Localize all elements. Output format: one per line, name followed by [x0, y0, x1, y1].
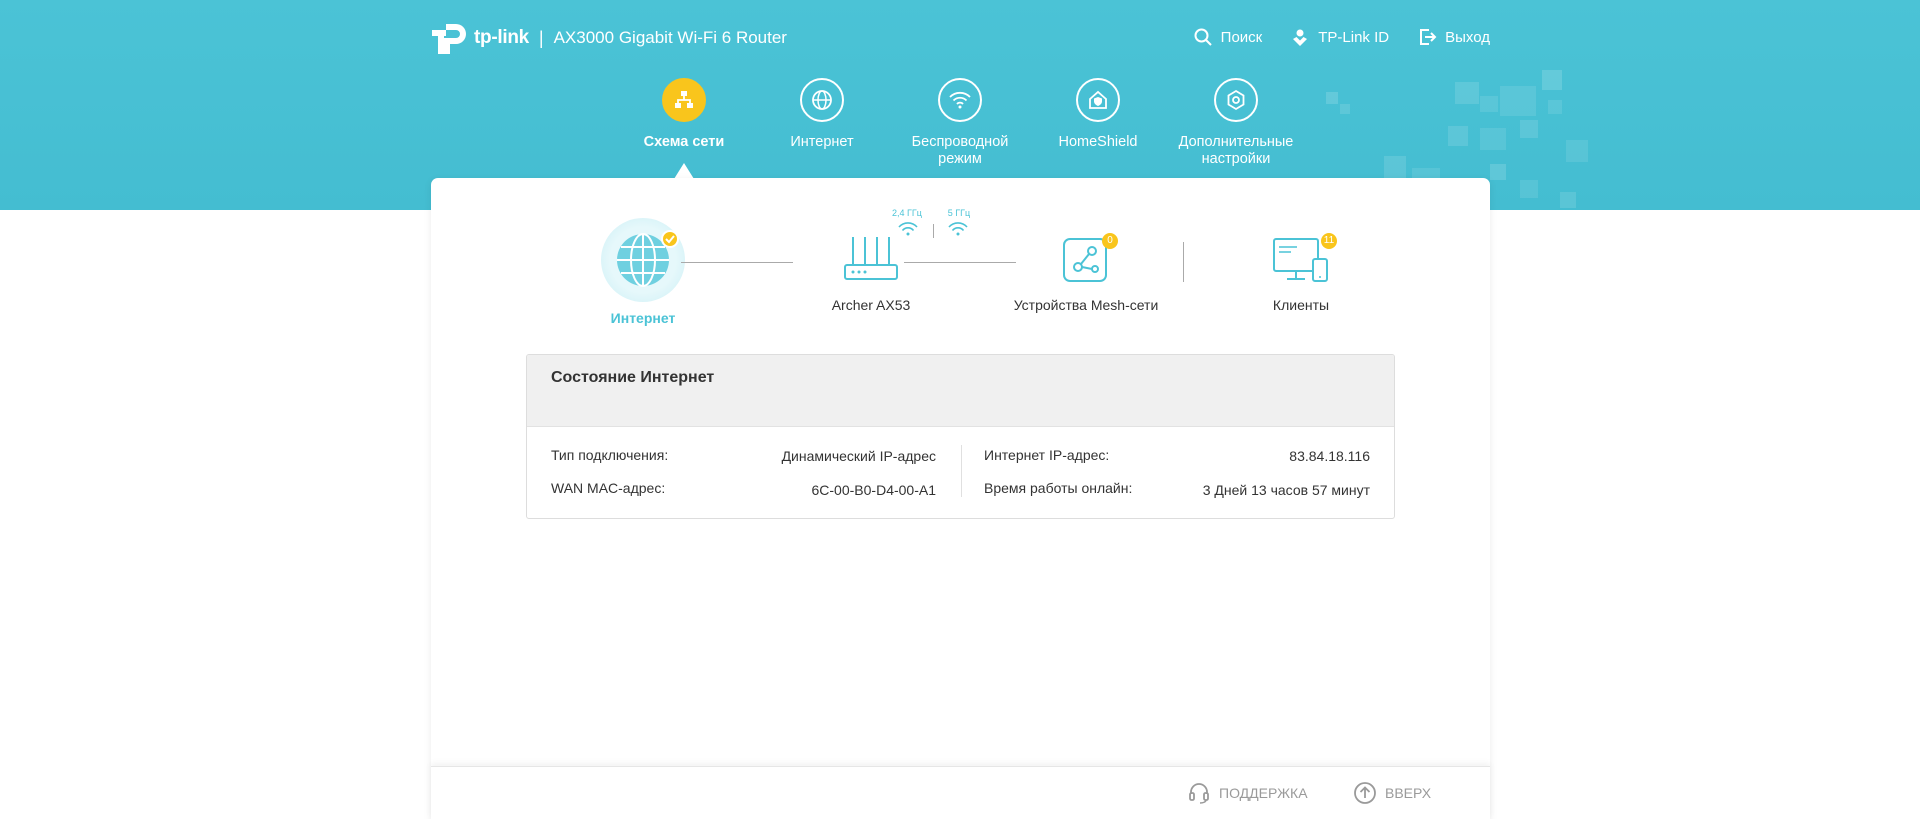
- page-footer: ПОДДЕРЖКА ВВЕРХ: [431, 766, 1490, 819]
- decorative-pattern: [1520, 180, 1538, 198]
- back-to-top-link[interactable]: ВВЕРХ: [1353, 781, 1431, 805]
- topology-internet-node[interactable]: Интернет: [594, 218, 692, 326]
- user-id-icon: [1293, 29, 1308, 46]
- band-separator: [933, 224, 934, 238]
- wifi-icon: [938, 78, 982, 122]
- uptime-label: Время работы онлайн:: [984, 480, 1133, 496]
- active-tab-pointer: [674, 163, 694, 179]
- nav-label: HomeShield: [1058, 134, 1138, 150]
- mesh-icon-wrap: 0: [1062, 233, 1118, 285]
- topology-clients-node[interactable]: 11 Клиенты: [1241, 233, 1361, 313]
- brand-logo[interactable]: tp-link | AX3000 Gigabit Wi-Fi 6 Router: [430, 20, 787, 56]
- header-links: Поиск TP-Link ID Выход: [1193, 27, 1490, 47]
- network-topology: Интернет Archer AX53 2,4 ГГц 5 ГГц 0 Уст…: [431, 178, 1490, 338]
- search-icon: [1194, 28, 1212, 46]
- internet-ip-label: Интернет IP-адрес:: [984, 447, 1110, 463]
- status-body: Тип подключения: Динамический IP-адрес W…: [527, 427, 1394, 518]
- nav-label: Интернет: [790, 134, 854, 150]
- support-label: ПОДДЕРЖКА: [1219, 785, 1308, 801]
- top-label: ВВЕРХ: [1385, 785, 1432, 801]
- topology-mesh-node[interactable]: 0 Устройства Mesh-сети: [991, 233, 1181, 313]
- uptime-value: 3 Дней 13 часов 57 минут: [1202, 482, 1370, 498]
- topology-label: Устройства Mesh-сети: [1013, 297, 1159, 313]
- headset-icon: [1189, 783, 1209, 804]
- connected-check-icon: [661, 230, 679, 248]
- model-name: AX3000 Gigabit Wi-Fi 6 Router: [553, 28, 787, 47]
- globe-icon: [800, 78, 844, 122]
- brand-name: tp-link: [474, 27, 529, 48]
- connection-type-value: Динамический IP-адрес: [781, 448, 936, 464]
- status-title: Состояние Интернет: [527, 355, 1394, 427]
- content-card: Интернет Archer AX53 2,4 ГГц 5 ГГц 0 Уст…: [431, 178, 1490, 819]
- nav-homeshield[interactable]: HomeShield: [1029, 78, 1167, 151]
- nav-label: Беспроводной режим: [911, 134, 1009, 167]
- main-nav: Схема сети Интернет Беспроводной режим H…: [0, 78, 1920, 178]
- clients-count-badge: 11: [1321, 233, 1337, 249]
- decorative-pattern: [1560, 192, 1576, 208]
- nav-wireless[interactable]: Беспроводной режим: [891, 78, 1029, 168]
- gear-icon: [1214, 78, 1258, 122]
- logout-link[interactable]: Выход: [1417, 27, 1490, 47]
- logout-icon: [1420, 29, 1437, 45]
- tp-link-logo-icon: [430, 20, 470, 56]
- wan-mac-value: 6C-00-B0-D4-00-A1: [811, 482, 937, 498]
- network-map-icon: [662, 78, 706, 122]
- support-link[interactable]: ПОДДЕРЖКА: [1187, 781, 1308, 805]
- internet-ip-value: 83.84.18.116: [1289, 448, 1370, 464]
- mesh-count-badge: 0: [1102, 233, 1118, 249]
- topology-router-node[interactable]: Archer AX53: [811, 233, 931, 313]
- connection-type-label: Тип подключения:: [551, 447, 669, 463]
- router-icon: [844, 237, 898, 280]
- wifi-5-icon: [948, 222, 968, 236]
- topology-label: Интернет: [610, 310, 676, 326]
- internet-globe-icon: [601, 218, 685, 302]
- search-label: Поиск: [1220, 28, 1263, 46]
- topology-label: Archer AX53: [831, 297, 911, 313]
- arrow-up-circle-icon: [1354, 782, 1376, 804]
- logout-label: Выход: [1445, 28, 1490, 46]
- band-24-label: 2,4 ГГц: [892, 208, 922, 218]
- status-divider: [961, 445, 962, 497]
- nav-network-map[interactable]: Схема сети: [615, 78, 753, 151]
- nav-internet[interactable]: Интернет: [753, 78, 891, 151]
- tplink-id-label: TP-Link ID: [1318, 28, 1390, 46]
- nav-advanced[interactable]: Дополнительные настройки: [1167, 78, 1305, 168]
- tplink-id-link[interactable]: TP-Link ID: [1290, 27, 1389, 47]
- brand-separator: |: [538, 27, 544, 48]
- nav-label: Дополнительные настройки: [1178, 134, 1294, 167]
- wifi-24-icon: [898, 222, 918, 236]
- internet-status-panel: Состояние Интернет Тип подключения: Дина…: [526, 354, 1395, 519]
- nav-label: Схема сети: [643, 134, 725, 150]
- link-line: [681, 262, 793, 263]
- search-link[interactable]: Поиск: [1193, 27, 1263, 47]
- topology-label: Клиенты: [1272, 297, 1330, 313]
- topology-separator: [1183, 242, 1184, 282]
- wan-mac-label: WAN MAC-адрес:: [551, 480, 666, 496]
- clients-icon-wrap: 11: [1271, 233, 1337, 285]
- band-5-label: 5 ГГц: [947, 208, 971, 218]
- homeshield-icon: [1076, 78, 1120, 122]
